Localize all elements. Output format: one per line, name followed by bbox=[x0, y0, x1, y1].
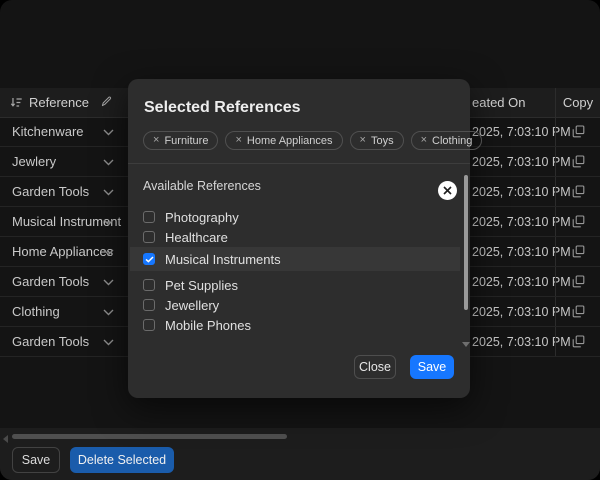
tag-remove-icon[interactable]: × bbox=[360, 135, 366, 146]
copy-button[interactable] bbox=[555, 267, 600, 296]
option-musical-instruments[interactable]: Musical Instruments bbox=[130, 247, 460, 271]
option-pet-supplies[interactable]: Pet Supplies bbox=[130, 275, 460, 295]
tag-home-appliances: × Home Appliances bbox=[225, 131, 343, 150]
chevron-down-icon[interactable] bbox=[103, 309, 114, 316]
save-button[interactable]: Save bbox=[12, 447, 60, 473]
horizontal-scrollbar[interactable] bbox=[12, 434, 287, 439]
reference-cell: Kitchenware bbox=[12, 124, 84, 139]
modal-title: Selected References bbox=[144, 99, 301, 116]
modal-actions: Close Save bbox=[354, 355, 454, 379]
tag-remove-icon[interactable]: × bbox=[421, 135, 427, 146]
chevron-down-icon[interactable] bbox=[103, 249, 114, 256]
modal-close-icon[interactable] bbox=[438, 181, 457, 200]
copy-button[interactable] bbox=[555, 327, 600, 356]
copy-button[interactable] bbox=[555, 117, 600, 146]
reference-cell: Jewlery bbox=[12, 154, 57, 169]
close-button[interactable]: Close bbox=[354, 355, 396, 379]
copy-column-header: Copy bbox=[555, 88, 600, 117]
chevron-down-icon[interactable] bbox=[103, 129, 114, 136]
tag-remove-icon[interactable]: × bbox=[235, 135, 241, 146]
tag-clothing: × Clothing bbox=[410, 131, 483, 150]
app-window: Reference eated On Copy Kitchenware 2025… bbox=[0, 0, 600, 480]
chevron-down-icon[interactable] bbox=[103, 159, 114, 166]
checkbox-unchecked[interactable] bbox=[143, 279, 155, 291]
reference-cell: Home Appliances bbox=[12, 244, 114, 259]
checkbox-unchecked[interactable] bbox=[143, 231, 155, 243]
checkbox-unchecked[interactable] bbox=[143, 299, 155, 311]
option-healthcare[interactable]: Healthcare bbox=[130, 227, 460, 247]
option-mobile-phones[interactable]: Mobile Phones bbox=[130, 315, 460, 335]
modal-save-button[interactable]: Save bbox=[410, 355, 454, 379]
available-references-label: Available References bbox=[143, 179, 261, 193]
divider bbox=[128, 163, 470, 164]
reference-column-label: Reference bbox=[29, 95, 89, 110]
copy-button[interactable] bbox=[555, 177, 600, 206]
reference-cell: Garden Tools bbox=[12, 334, 90, 349]
tag-furniture: × Furniture bbox=[143, 131, 219, 150]
scroll-down-icon[interactable] bbox=[462, 342, 470, 347]
copy-button[interactable] bbox=[555, 237, 600, 266]
checkbox-checked[interactable] bbox=[143, 253, 155, 265]
chevron-down-icon[interactable] bbox=[103, 189, 114, 196]
copy-button[interactable] bbox=[555, 207, 600, 236]
reference-cell: Garden Tools bbox=[12, 274, 90, 289]
chevron-down-icon[interactable] bbox=[103, 219, 114, 226]
tag-remove-icon[interactable]: × bbox=[153, 135, 159, 146]
reference-column-header[interactable]: Reference bbox=[10, 88, 89, 117]
tag-toys: × Toys bbox=[349, 131, 404, 150]
checkbox-unchecked[interactable] bbox=[143, 211, 155, 223]
copy-button[interactable] bbox=[555, 297, 600, 326]
checkbox-unchecked[interactable] bbox=[143, 319, 155, 331]
edit-pencil-icon[interactable] bbox=[100, 95, 113, 108]
selected-references-modal: Selected References × Furniture × Home A… bbox=[128, 79, 483, 398]
scroll-left-icon[interactable] bbox=[3, 435, 8, 443]
footer-bar: Save Delete Selected bbox=[0, 428, 600, 480]
created-on-column-header[interactable]: eated On bbox=[472, 88, 526, 117]
delete-selected-button[interactable]: Delete Selected bbox=[70, 447, 174, 473]
reference-cell: Garden Tools bbox=[12, 184, 90, 199]
available-references-list: Photography Healthcare Musical Instrumen… bbox=[128, 207, 470, 335]
reference-cell: Clothing bbox=[12, 304, 60, 319]
option-jewellery[interactable]: Jewellery bbox=[130, 295, 460, 315]
sort-list-icon[interactable] bbox=[10, 96, 23, 109]
chevron-down-icon[interactable] bbox=[103, 339, 114, 346]
selected-tags: × Furniture × Home Appliances × Toys × C… bbox=[143, 131, 483, 150]
modal-vertical-scrollbar[interactable] bbox=[464, 175, 468, 310]
option-photography[interactable]: Photography bbox=[130, 207, 460, 227]
chevron-down-icon[interactable] bbox=[103, 279, 114, 286]
copy-button[interactable] bbox=[555, 147, 600, 176]
